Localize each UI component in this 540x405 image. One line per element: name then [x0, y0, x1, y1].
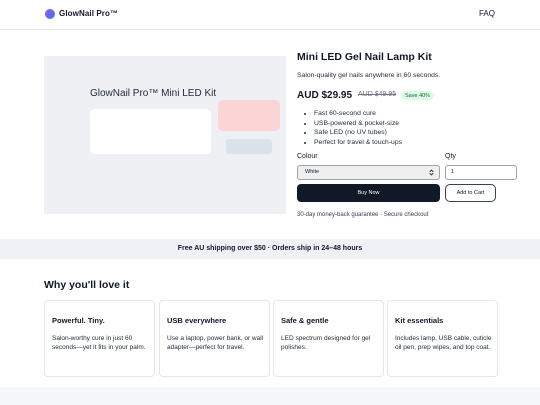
feature-list-item: Perfect for travel & touch-ups	[314, 138, 402, 148]
product-image-grey-block	[226, 139, 272, 154]
benefit-card: USB everywhere Use a laptop, power bank,…	[159, 300, 270, 377]
benefit-card: Safe & gentle LED spectrum designed for …	[273, 300, 384, 377]
compare-at-price: AUD $49.95	[358, 91, 397, 98]
benefit-card-title: USB everywhere	[167, 316, 227, 325]
benefit-card-body: LED spectrum designed for gel polishes.	[281, 335, 371, 351]
benefit-card: Powerful. Tiny. Salon-worthy cure in jus…	[44, 300, 155, 377]
product-title: Mini LED Gel Nail Lamp Kit	[297, 51, 432, 63]
colour-select-value: White	[305, 169, 320, 175]
quantity-value: 1	[451, 169, 455, 175]
benefit-card-title: Safe & gentle	[281, 316, 329, 325]
why-section-title: Why you'll love it	[44, 279, 130, 291]
guarantee-note: 30-day money-back guarantee · Secure che…	[297, 212, 429, 218]
buy-now-button[interactable]: Buy Now	[297, 184, 440, 202]
top-nav-bar: GlowNail Pro™ FAQ	[0, 0, 540, 30]
chevron-updown-icon	[429, 169, 434, 176]
feature-list-item: Safe LED (no UV tubes)	[314, 128, 402, 138]
add-to-cart-button[interactable]: Add to Cart	[445, 184, 496, 202]
brand-name[interactable]: GlowNail Pro™	[59, 9, 118, 18]
feature-list-item: Fast 60-second cure	[314, 109, 402, 119]
colour-label: Colour	[297, 153, 318, 160]
product-image-pink-block	[218, 100, 280, 131]
product-price: AUD $29.95	[297, 90, 353, 101]
colour-select[interactable]: White	[297, 165, 440, 180]
product-subtitle: Salon-quality gel nails anywhere in 60 s…	[297, 72, 441, 79]
feature-list-item: USB-powered & pocket-size	[314, 119, 402, 129]
benefit-card-body: Use a laptop, power bank, or wall adapte…	[167, 335, 264, 351]
product-image-white-block	[90, 109, 211, 154]
shipping-banner: Free AU shipping over $50 · Orders ship …	[0, 239, 540, 259]
product-image: GlowNail Pro™ Mini LED Kit	[44, 56, 286, 214]
qty-label: Qty	[445, 153, 456, 160]
save-badge: Save 40%	[401, 91, 435, 100]
benefit-card-body: Includes lamp, USB cable, cuticle oil pe…	[395, 335, 492, 351]
product-image-label: GlowNail Pro™ Mini LED Kit	[90, 88, 217, 99]
brand-logo-icon[interactable]	[45, 9, 55, 19]
benefit-card-title: Powerful. Tiny.	[52, 316, 105, 325]
benefit-card-body: Salon-worthy cure in just 60 seconds—yet…	[52, 335, 146, 351]
faq-link[interactable]: FAQ	[479, 9, 495, 18]
footer-band	[0, 387, 540, 405]
shipping-banner-text: Free AU shipping over $50 · Orders ship …	[177, 245, 363, 252]
feature-list: Fast 60-second cure USB-powered & pocket…	[306, 109, 402, 147]
benefit-card: Kit essentials Includes lamp, USB cable,…	[387, 300, 498, 377]
quantity-input[interactable]: 1	[445, 165, 517, 180]
benefit-card-title: Kit essentials	[395, 316, 444, 325]
